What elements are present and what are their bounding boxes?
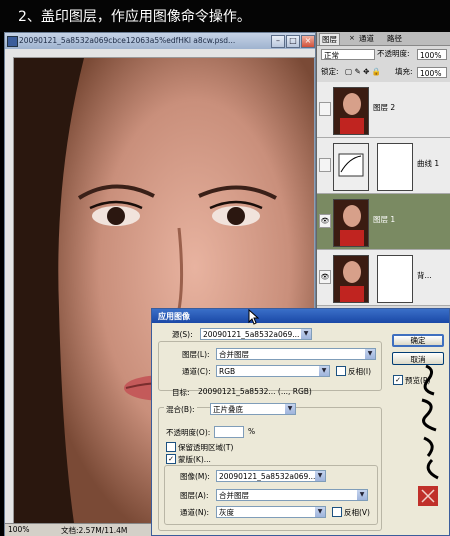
opacity-label: 不透明度(O):	[166, 428, 211, 437]
chevron-down-icon: ▼	[357, 490, 367, 500]
maximize-button[interactable]: □	[286, 35, 300, 48]
layer-thumbnail	[333, 199, 369, 247]
tutorial-banner: 2、盖印图层，作应用图像命令操作。	[0, 0, 450, 32]
dialog-title: 应用图像	[158, 312, 190, 321]
preview-checkbox[interactable]: ✓	[393, 375, 403, 385]
layer-name[interactable]: 图层 1	[373, 214, 395, 225]
minimize-button[interactable]: –	[271, 35, 285, 48]
vertical-ruler[interactable]	[5, 57, 14, 523]
chevron-down-icon: ▼	[365, 349, 375, 359]
zoom-level[interactable]: 100%	[8, 525, 29, 534]
panel-tabs: 图层 × 通道 路径	[317, 32, 450, 46]
document-size-info: 文档:2.57M/11.4M	[61, 526, 128, 535]
channel-select[interactable]: RGB ▼	[216, 365, 330, 377]
lock-label: 锁定:	[321, 67, 339, 76]
tab-layers[interactable]: 图层	[319, 33, 340, 45]
opacity-input[interactable]: 100%	[417, 49, 447, 60]
layer-thumbnail	[333, 255, 369, 303]
blend-mode-select[interactable]: 正常	[321, 49, 375, 60]
mask-invert-checkbox[interactable]	[332, 507, 342, 517]
chevron-down-icon: ▼	[315, 471, 325, 481]
layer-name[interactable]: 曲线 1	[417, 158, 439, 169]
chevron-down-icon: ▼	[285, 404, 295, 414]
eye-icon[interactable]: 👁	[319, 214, 331, 228]
mask-layer-label: 图层(A):	[180, 491, 209, 500]
opacity-label: 不透明度:	[377, 49, 410, 58]
layer-name[interactable]: 背...	[417, 270, 432, 281]
layer-row-1-selected[interactable]: 👁 图层 1	[317, 194, 450, 250]
mask-checkbox[interactable]: ✓	[166, 454, 176, 464]
channel-value: RGB	[219, 367, 236, 376]
opacity-unit: %	[248, 427, 256, 436]
mask-invert-label: 反相(V)	[344, 508, 370, 517]
mask-image-select[interactable]: 20090121_5a8532a069... ▼	[216, 470, 326, 482]
chevron-down-icon: ▼	[319, 366, 329, 376]
opacity-input[interactable]	[214, 426, 244, 438]
mask-layer-select[interactable]: 合并图层 ▼	[216, 489, 368, 501]
layer-thumbnail	[333, 87, 369, 135]
banner-text: 2、盖印图层，作应用图像命令操作。	[18, 9, 251, 25]
source-select[interactable]: 20090121_5a8532a069... ▼	[200, 328, 312, 340]
eye-icon[interactable]: 👁	[319, 270, 331, 284]
visibility-toggle-empty[interactable]	[319, 102, 331, 116]
chevron-down-icon: ▼	[301, 329, 311, 339]
photoshop-document-icon	[7, 36, 18, 47]
visibility-toggle-empty[interactable]	[319, 158, 331, 172]
mouse-cursor-icon	[248, 309, 260, 325]
invert-label: 反相(I)	[348, 367, 372, 376]
mask-image-label: 图像(M):	[180, 472, 210, 481]
source-value: 20090121_5a8532a069...	[203, 330, 300, 339]
mask-image-value: 20090121_5a8532a069...	[219, 472, 316, 481]
document-title-bar[interactable]: 20090121_5a8532a069cbce12063a5%edfHKl a8…	[5, 33, 315, 49]
tab-paths[interactable]: 路径	[385, 33, 404, 44]
mask-layer-value: 合并图层	[219, 491, 249, 500]
layer-mask-thumbnail	[377, 143, 413, 191]
blend-mode-value: 正常	[324, 51, 339, 60]
tab-channels[interactable]: 通道	[357, 33, 376, 44]
layer-name[interactable]: 图层 2	[373, 102, 395, 113]
layer-row-background[interactable]: 👁 背...	[317, 250, 450, 306]
mask-channel-select[interactable]: 灰度 ▼	[216, 506, 326, 518]
calligraphy-signature-seal	[418, 364, 439, 506]
preserve-transparency-checkbox[interactable]	[166, 442, 176, 452]
blending-value: 正片叠底	[213, 405, 243, 414]
mask-channel-label: 通道(N):	[180, 508, 209, 517]
blending-label: 混合(B):	[164, 404, 197, 415]
layer-row-curves[interactable]: 曲线 1	[317, 138, 450, 194]
layer-select[interactable]: 合并图层 ▼	[216, 348, 376, 360]
apply-image-dialog: 应用图像 源(S): 20090121_5a8532a069... ▼ 图层(L…	[151, 308, 450, 536]
layer-mask-thumbnail	[377, 255, 413, 303]
mask-channel-value: 灰度	[219, 508, 234, 517]
lock-icons[interactable]: ▢ ✎ ✥ 🔒	[345, 66, 381, 78]
layer-label: 图层(L):	[182, 350, 210, 359]
layer-value: 合并图层	[219, 350, 249, 359]
target-value: 20090121_5a8532... (..., RGB)	[198, 387, 312, 396]
target-label: 目标:	[172, 388, 190, 397]
curves-adjustment-icon	[333, 143, 369, 191]
chevron-down-icon: ▼	[315, 507, 325, 517]
layer-row-2[interactable]: 图层 2	[317, 82, 450, 138]
tab-close-icon[interactable]: ×	[347, 33, 357, 44]
fill-label: 填充:	[395, 67, 413, 76]
dialog-title-bar[interactable]: 应用图像	[152, 309, 449, 323]
invert-checkbox[interactable]	[336, 366, 346, 376]
close-button[interactable]: ×	[301, 35, 315, 48]
source-label: 源(S):	[172, 330, 193, 339]
mask-label: 蒙版(K)...	[178, 455, 211, 464]
ok-button[interactable]: 确定	[392, 334, 444, 347]
channel-label: 通道(C):	[182, 367, 211, 376]
blending-select[interactable]: 正片叠底 ▼	[210, 403, 296, 415]
horizontal-ruler[interactable]	[5, 49, 315, 58]
preserve-transparency-label: 保留透明区域(T)	[178, 443, 234, 452]
document-title: 20090121_5a8532a069cbce12063a5%edfHKl a8…	[19, 36, 236, 45]
layers-panel: 图层 × 通道 路径 正常 不透明度: 100% 锁定: ▢ ✎ ✥ 🔒 填充:…	[316, 32, 450, 308]
fill-input[interactable]: 100%	[417, 67, 447, 78]
